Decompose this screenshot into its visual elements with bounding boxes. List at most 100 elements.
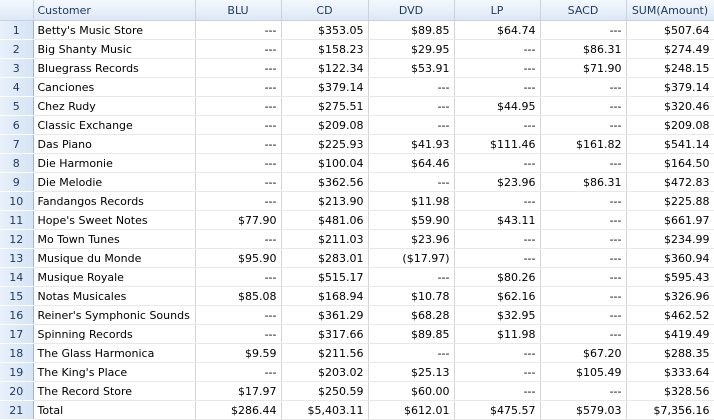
row-header[interactable]: 12 xyxy=(0,229,34,249)
cell-sacd[interactable]: --- xyxy=(540,115,627,135)
cell-dvd[interactable]: $89.85 xyxy=(368,20,455,40)
cell-customer[interactable]: The King's Place xyxy=(33,362,196,382)
cell-cd[interactable]: $361.29 xyxy=(281,305,369,325)
column-header-customer[interactable]: Customer xyxy=(33,0,196,21)
cell-cd[interactable]: $213.90 xyxy=(281,191,369,211)
cell-sum-amount[interactable]: $288.35 xyxy=(626,343,714,363)
cell-sacd[interactable]: --- xyxy=(540,267,627,287)
cell-lp[interactable]: $23.96 xyxy=(454,172,541,192)
cell-blu[interactable]: --- xyxy=(195,20,282,40)
column-header-dvd[interactable]: DVD xyxy=(368,0,455,21)
cell-sacd[interactable]: --- xyxy=(540,324,627,344)
cell-blu[interactable]: --- xyxy=(195,96,282,116)
table-row[interactable]: 6 Classic Exchange --- $209.08 --- --- --- $209… xyxy=(0,115,714,135)
cell-dvd[interactable]: $11.98 xyxy=(368,191,455,211)
cell-sum-amount[interactable]: $595.43 xyxy=(626,267,714,287)
cell-blu[interactable]: --- xyxy=(195,134,282,154)
row-header[interactable]: 10 xyxy=(0,191,34,211)
cell-customer[interactable]: Die Melodie xyxy=(33,172,196,192)
table-row[interactable]: 4 Canciones --- $379.14 --- --- --- $379.14 xyxy=(0,77,714,97)
cell-dvd[interactable]: $60.00 xyxy=(368,381,455,401)
cell-customer[interactable]: Hope's Sweet Notes xyxy=(33,210,196,230)
cell-blu[interactable]: --- xyxy=(195,305,282,325)
cell-blu[interactable]: --- xyxy=(195,324,282,344)
cell-lp[interactable]: $44.95 xyxy=(454,96,541,116)
table-row[interactable]: 10 Fandangos Records --- $213.90 $11.98 --- --… xyxy=(0,191,714,211)
cell-cd[interactable]: $275.51 xyxy=(281,96,369,116)
cell-dvd[interactable]: --- xyxy=(368,96,455,116)
cell-sum-amount[interactable]: $326.96 xyxy=(626,286,714,306)
row-header[interactable]: 4 xyxy=(0,77,34,97)
cell-blu[interactable]: --- xyxy=(195,267,282,287)
cell-cd[interactable]: $211.03 xyxy=(281,229,369,249)
cell-cd[interactable]: $515.17 xyxy=(281,267,369,287)
cell-blu[interactable]: --- xyxy=(195,58,282,78)
cell-blu[interactable]: --- xyxy=(195,77,282,97)
cell-sum-amount[interactable]: $328.56 xyxy=(626,381,714,401)
cell-dvd[interactable]: $53.91 xyxy=(368,58,455,78)
row-header[interactable]: 2 xyxy=(0,39,34,59)
row-header[interactable]: 15 xyxy=(0,286,34,306)
table-row[interactable]: 1 Betty's Music Store --- $353.05 $89.85 $64.… xyxy=(0,20,714,40)
cell-cd[interactable]: $250.59 xyxy=(281,381,369,401)
cell-sacd[interactable]: --- xyxy=(540,96,627,116)
table-row[interactable]: 17 Spinning Records --- $317.66 $89.85 $11.98… xyxy=(0,324,714,344)
cell-cd[interactable]: $158.23 xyxy=(281,39,369,59)
table-row[interactable]: 2 Big Shanty Music --- $158.23 $29.95 --- $86.… xyxy=(0,39,714,59)
row-header[interactable]: 14 xyxy=(0,267,34,287)
cell-dvd[interactable]: --- xyxy=(368,343,455,363)
cell-dvd[interactable]: $41.93 xyxy=(368,134,455,154)
cell-sacd[interactable]: --- xyxy=(540,210,627,230)
cell-sum-amount[interactable]: $333.64 xyxy=(626,362,714,382)
cell-sum-amount[interactable]: $7,356.16 xyxy=(626,400,714,420)
column-header-row-number[interactable] xyxy=(0,0,34,21)
cell-blu[interactable]: --- xyxy=(195,39,282,59)
total-row[interactable]: 21 Total $286.44 $5,403.11 $612.01 $475.57 $57… xyxy=(0,400,714,420)
cell-sum-amount[interactable]: $225.88 xyxy=(626,191,714,211)
cell-dvd[interactable]: $68.28 xyxy=(368,305,455,325)
table-row[interactable]: 7 Das Piano --- $225.93 $41.93 $111.46 $161.82… xyxy=(0,134,714,154)
cell-cd[interactable]: $317.66 xyxy=(281,324,369,344)
cell-cd[interactable]: $5,403.11 xyxy=(281,400,369,420)
cell-blu[interactable]: --- xyxy=(195,172,282,192)
cell-sum-amount[interactable]: $541.14 xyxy=(626,134,714,154)
cell-dvd[interactable]: $64.46 xyxy=(368,153,455,173)
cell-sacd[interactable]: $86.31 xyxy=(540,172,627,192)
cell-dvd[interactable]: $10.78 xyxy=(368,286,455,306)
cell-cd[interactable]: $168.94 xyxy=(281,286,369,306)
table-row[interactable]: 20 The Record Store $17.97 $250.59 $60.00 ---… xyxy=(0,381,714,401)
cell-lp[interactable]: --- xyxy=(454,343,541,363)
row-header[interactable]: 1 xyxy=(0,20,34,40)
cell-dvd[interactable]: $612.01 xyxy=(368,400,455,420)
column-header-sum-amount[interactable]: SUM(Amount) xyxy=(626,0,714,21)
row-header[interactable]: 13 xyxy=(0,248,34,268)
table-row[interactable]: 16 Reiner's Symphonic Sounds --- $361.29 $68… xyxy=(0,305,714,325)
cell-customer[interactable]: The Glass Harmonica xyxy=(33,343,196,363)
column-header-cd[interactable]: CD xyxy=(281,0,369,21)
row-header[interactable]: 5 xyxy=(0,96,34,116)
table-row[interactable]: 8 Die Harmonie --- $100.04 $64.46 --- --- $164.… xyxy=(0,153,714,173)
table-row[interactable]: 3 Bluegrass Records --- $122.34 $53.91 --- $71… xyxy=(0,58,714,78)
cell-cd[interactable]: $209.08 xyxy=(281,115,369,135)
table-row[interactable]: 13 Musique du Monde $95.90 $283.01 ($17.97) -… xyxy=(0,248,714,268)
cell-blu[interactable]: $9.59 xyxy=(195,343,282,363)
cell-dvd[interactable]: $59.90 xyxy=(368,210,455,230)
cell-lp[interactable]: $475.57 xyxy=(454,400,541,420)
cell-lp[interactable]: $32.95 xyxy=(454,305,541,325)
table-row[interactable]: 15 Notas Musicales $85.08 $168.94 $10.78 $62.… xyxy=(0,286,714,306)
table-row[interactable]: 9 Die Melodie --- $362.56 --- $23.96 $86.31 $47… xyxy=(0,172,714,192)
cell-blu[interactable]: --- xyxy=(195,115,282,135)
cell-cd[interactable]: $379.14 xyxy=(281,77,369,97)
cell-cd[interactable]: $203.02 xyxy=(281,362,369,382)
cell-cd[interactable]: $122.34 xyxy=(281,58,369,78)
cell-customer[interactable]: Musique du Monde xyxy=(33,248,196,268)
cell-sum-amount[interactable]: $248.15 xyxy=(626,58,714,78)
cell-sacd[interactable]: $71.90 xyxy=(540,58,627,78)
cell-sum-amount[interactable]: $462.52 xyxy=(626,305,714,325)
cell-lp[interactable]: --- xyxy=(454,362,541,382)
table-row[interactable]: 19 The King's Place --- $203.02 $25.13 --- $10… xyxy=(0,362,714,382)
cell-customer[interactable]: Notas Musicales xyxy=(33,286,196,306)
cell-blu[interactable]: $286.44 xyxy=(195,400,282,420)
cell-sum-amount[interactable]: $507.64 xyxy=(626,20,714,40)
row-header[interactable]: 16 xyxy=(0,305,34,325)
